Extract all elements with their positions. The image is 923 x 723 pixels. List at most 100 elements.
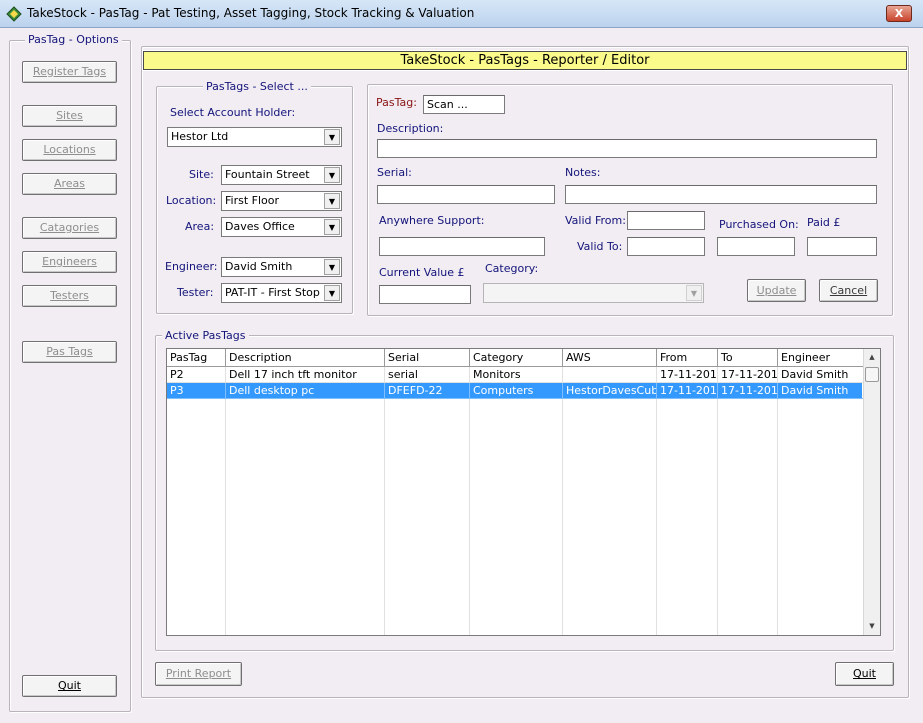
account-holder-value: Hestor Ltd <box>171 130 229 143</box>
cell-from: 17-11-2010 <box>657 367 718 383</box>
cell-serial: DFEFD-22 <box>385 383 470 399</box>
title-bar: TakeStock - PasTag - Pat Testing, Asset … <box>0 0 923 28</box>
cell-aws <box>563 367 657 383</box>
location-value: First Floor <box>225 194 280 207</box>
column-header-category[interactable]: Category <box>470 349 563 367</box>
vertical-scrollbar[interactable]: ▲ ▼ <box>863 349 880 635</box>
engineers-button[interactable]: Engineers <box>22 251 117 273</box>
cell-engineer: David Smith <box>778 383 864 399</box>
chevron-down-icon[interactable]: ▼ <box>686 285 702 301</box>
chevron-down-icon[interactable]: ▼ <box>324 285 340 301</box>
column-header-engineer[interactable]: Engineer <box>778 349 864 367</box>
scroll-up-icon[interactable]: ▲ <box>864 349 880 366</box>
cell-pastag: P3 <box>167 383 226 399</box>
scroll-down-icon[interactable]: ▼ <box>864 618 880 635</box>
chevron-down-icon[interactable]: ▼ <box>324 167 340 183</box>
tester-label: Tester: <box>177 286 214 299</box>
window-title: TakeStock - PasTag - Pat Testing, Asset … <box>27 6 475 20</box>
column-header-aws[interactable]: AWS <box>563 349 657 367</box>
account-holder-label: Select Account Holder: <box>170 106 296 119</box>
valid-from-label: Valid From: <box>565 214 626 227</box>
cell-category: Computers <box>470 383 563 399</box>
cell-aws: HestorDavesCube <box>563 383 657 399</box>
notes-label: Notes: <box>565 166 601 179</box>
site-label: Site: <box>189 168 214 181</box>
paid-input[interactable] <box>807 237 877 256</box>
cell-from: 17-11-2010 <box>657 383 718 399</box>
close-button[interactable]: X <box>886 5 912 22</box>
current-value-label: Current Value £ <box>379 266 465 279</box>
table-row-selected[interactable]: P3 Dell desktop pc DFEFD-22 Computers He… <box>167 383 864 399</box>
table-row[interactable]: P2 Dell 17 inch tft monitor serial Monit… <box>167 367 864 383</box>
cell-category: Monitors <box>470 367 563 383</box>
paid-label: Paid £ <box>807 216 841 229</box>
description-label: Description: <box>377 122 444 135</box>
serial-label: Serial: <box>377 166 412 179</box>
location-label: Location: <box>166 194 217 207</box>
sites-button[interactable]: Sites <box>22 105 117 127</box>
account-holder-select[interactable]: Hestor Ltd ▼ <box>167 127 342 147</box>
cell-to: 17-11-2011 <box>718 367 778 383</box>
valid-to-label: Valid To: <box>577 240 623 253</box>
valid-to-input[interactable] <box>627 237 705 256</box>
location-select[interactable]: First Floor ▼ <box>221 191 342 211</box>
area-value: Daves Office <box>225 220 295 233</box>
cell-serial: serial <box>385 367 470 383</box>
anywhere-support-input[interactable] <box>379 237 545 256</box>
chevron-down-icon[interactable]: ▼ <box>324 219 340 235</box>
table-header: PasTag Description Serial Category AWS F… <box>167 349 864 367</box>
engineer-label: Engineer: <box>165 260 218 273</box>
site-value: Fountain Street <box>225 168 310 181</box>
engineer-value: David Smith <box>225 260 293 273</box>
categories-button[interactable]: Catagories <box>22 217 117 239</box>
tester-select[interactable]: PAT-IT - First Stop Sa ▼ <box>221 283 342 303</box>
cancel-button[interactable]: Cancel <box>819 279 878 302</box>
pastags-table[interactable]: PasTag Description Serial Category AWS F… <box>166 348 881 636</box>
sidebar-quit-button[interactable]: Quit <box>22 675 117 697</box>
cell-to: 17-11-2011 <box>718 383 778 399</box>
site-select[interactable]: Fountain Street ▼ <box>221 165 342 185</box>
cell-description: Dell desktop pc <box>226 383 385 399</box>
cell-description: Dell 17 inch tft monitor <box>226 367 385 383</box>
column-header-to[interactable]: To <box>718 349 778 367</box>
cell-engineer: David Smith <box>778 367 864 383</box>
column-header-pastag[interactable]: PasTag <box>167 349 226 367</box>
current-value-input[interactable] <box>379 285 471 304</box>
pastag-label: PasTag: <box>376 96 417 109</box>
column-header-description[interactable]: Description <box>226 349 385 367</box>
area-select[interactable]: Daves Office ▼ <box>221 217 342 237</box>
anywhere-support-label: Anywhere Support: <box>379 214 485 227</box>
pastag-scan-input[interactable]: Scan ... <box>423 95 505 114</box>
quit-button[interactable]: Quit <box>835 662 894 686</box>
notes-input[interactable] <box>565 185 877 204</box>
cell-pastag: P2 <box>167 367 226 383</box>
select-group-title: PasTags - Select ... <box>203 80 311 93</box>
column-header-serial[interactable]: Serial <box>385 349 470 367</box>
update-button[interactable]: Update <box>747 279 806 302</box>
valid-from-input[interactable] <box>627 211 705 230</box>
page-title: TakeStock - PasTags - Reporter / Editor <box>142 50 908 71</box>
column-header-from[interactable]: From <box>657 349 718 367</box>
area-label: Area: <box>185 220 215 233</box>
testers-button[interactable]: Testers <box>22 285 117 307</box>
purchased-on-label: Purchased On: <box>719 218 799 231</box>
scroll-thumb[interactable] <box>865 367 879 382</box>
areas-button[interactable]: Areas <box>22 173 117 195</box>
active-pastags-title: Active PasTags <box>162 329 249 342</box>
chevron-down-icon[interactable]: ▼ <box>324 193 340 209</box>
print-report-button[interactable]: Print Report <box>155 662 242 686</box>
chevron-down-icon[interactable]: ▼ <box>324 259 340 275</box>
engineer-select[interactable]: David Smith ▼ <box>221 257 342 277</box>
diamond-app-icon <box>6 6 22 22</box>
category-select[interactable]: ▼ <box>483 283 704 303</box>
serial-input[interactable] <box>377 185 555 204</box>
tester-value: PAT-IT - First Stop Sa <box>225 286 321 299</box>
purchased-on-input[interactable] <box>717 237 795 256</box>
locations-button[interactable]: Locations <box>22 139 117 161</box>
category-label: Category: <box>485 262 539 275</box>
pas-tags-button[interactable]: Pas Tags <box>22 341 117 363</box>
options-group-title: PasTag - Options <box>25 33 122 46</box>
description-input[interactable] <box>377 139 877 158</box>
register-tags-button[interactable]: Register Tags <box>22 61 117 83</box>
chevron-down-icon[interactable]: ▼ <box>324 129 340 145</box>
